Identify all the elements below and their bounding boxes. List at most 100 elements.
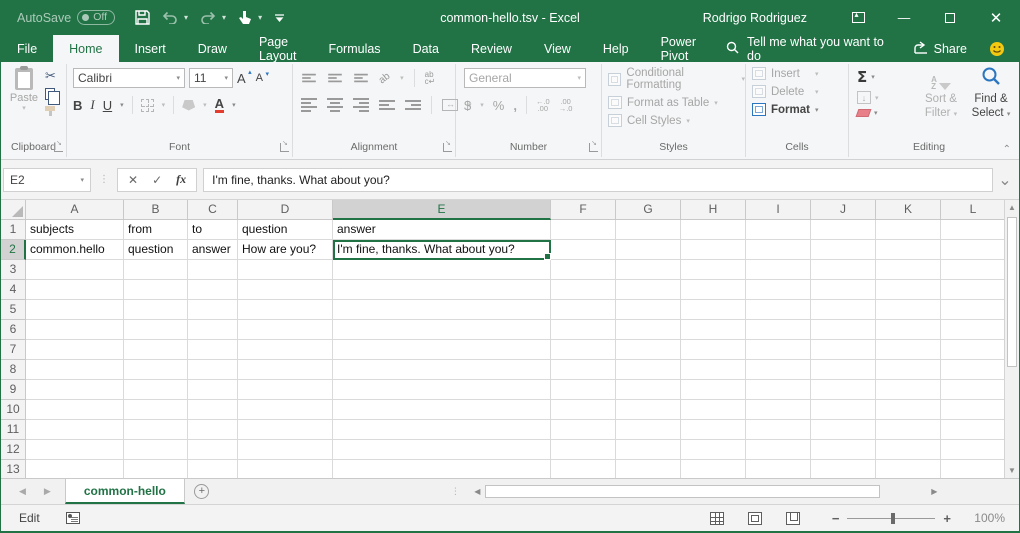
cell-G5[interactable] [616, 300, 681, 320]
cell-A3[interactable] [26, 260, 124, 280]
cell-I9[interactable] [746, 380, 811, 400]
orientation-icon[interactable]: ab [377, 70, 393, 86]
cell-E13[interactable] [333, 460, 551, 478]
cell-J11[interactable] [811, 420, 876, 440]
delete-cells-button[interactable]: Delete▾ [752, 85, 819, 98]
cell-H13[interactable] [681, 460, 746, 478]
cell-H11[interactable] [681, 420, 746, 440]
column-header-J[interactable]: J [811, 200, 876, 220]
cell-L3[interactable] [941, 260, 1006, 280]
ribbon-tab-draw[interactable]: Draw [182, 35, 243, 62]
align-middle-icon[interactable] [328, 74, 342, 83]
cell-L8[interactable] [941, 360, 1006, 380]
vertical-scroll-thumb[interactable] [1007, 217, 1017, 367]
row-header-6[interactable]: 6 [1, 320, 26, 340]
cell-I4[interactable] [746, 280, 811, 300]
cell-I3[interactable] [746, 260, 811, 280]
cell-J10[interactable] [811, 400, 876, 420]
cell-D13[interactable] [238, 460, 333, 478]
cell-H5[interactable] [681, 300, 746, 320]
scroll-up-icon[interactable]: ▲ [1005, 200, 1019, 215]
redo-dropdown-icon[interactable]: ▾ [222, 13, 226, 22]
cell-H3[interactable] [681, 260, 746, 280]
cell-K5[interactable] [876, 300, 941, 320]
cell-A11[interactable] [26, 420, 124, 440]
cell-I6[interactable] [746, 320, 811, 340]
cell-D4[interactable] [238, 280, 333, 300]
cell-C9[interactable] [188, 380, 238, 400]
cell-D2[interactable]: How are you? [238, 240, 333, 260]
align-left-icon[interactable] [301, 98, 317, 112]
cell-G9[interactable] [616, 380, 681, 400]
cell-G7[interactable] [616, 340, 681, 360]
prev-sheet-icon[interactable]: ◀ [19, 486, 26, 497]
cell-I10[interactable] [746, 400, 811, 420]
underline-button[interactable]: U [103, 98, 112, 113]
column-header-E[interactable]: E [333, 200, 551, 220]
cell-L4[interactable] [941, 280, 1006, 300]
cell-A13[interactable] [26, 460, 124, 478]
cell-J5[interactable] [811, 300, 876, 320]
column-header-K[interactable]: K [876, 200, 941, 220]
select-all-corner[interactable] [1, 200, 26, 220]
cell-G2[interactable] [616, 240, 681, 260]
ribbon-tab-formulas[interactable]: Formulas [312, 35, 396, 62]
page-break-view-icon[interactable] [786, 512, 800, 525]
cell-A4[interactable] [26, 280, 124, 300]
currency-format-icon[interactable]: $ [464, 98, 471, 113]
save-icon[interactable] [135, 10, 150, 25]
cell-E3[interactable] [333, 260, 551, 280]
row-header-3[interactable]: 3 [1, 260, 26, 280]
clear-button[interactable]: ▾ [857, 109, 879, 117]
cell-L6[interactable] [941, 320, 1006, 340]
cell-F4[interactable] [551, 280, 616, 300]
cell-styles-button[interactable]: Cell Styles▾ [608, 114, 745, 127]
cell-L12[interactable] [941, 440, 1006, 460]
row-header-9[interactable]: 9 [1, 380, 26, 400]
cell-D7[interactable] [238, 340, 333, 360]
cell-F3[interactable] [551, 260, 616, 280]
cell-C13[interactable] [188, 460, 238, 478]
column-header-A[interactable]: A [26, 200, 124, 220]
comma-format-icon[interactable]: , [513, 98, 517, 113]
cell-J12[interactable] [811, 440, 876, 460]
orientation-dropdown-icon[interactable]: ▾ [400, 74, 404, 82]
align-right-icon[interactable] [353, 98, 369, 112]
cell-B6[interactable] [124, 320, 188, 340]
cell-L11[interactable] [941, 420, 1006, 440]
cell-K10[interactable] [876, 400, 941, 420]
feedback-smiley-icon[interactable] [989, 35, 1005, 62]
cell-C5[interactable] [188, 300, 238, 320]
cell-H12[interactable] [681, 440, 746, 460]
cell-L2[interactable] [941, 240, 1006, 260]
cell-K6[interactable] [876, 320, 941, 340]
cell-D6[interactable] [238, 320, 333, 340]
touch-mode-dropdown-icon[interactable]: ▾ [258, 13, 262, 22]
cell-F5[interactable] [551, 300, 616, 320]
fill-color-icon[interactable] [182, 100, 195, 111]
ribbon-tab-help[interactable]: Help [587, 35, 645, 62]
cell-I2[interactable] [746, 240, 811, 260]
cell-D9[interactable] [238, 380, 333, 400]
cell-K2[interactable] [876, 240, 941, 260]
ribbon-tab-page-layout[interactable]: Page Layout [243, 35, 313, 62]
autosum-button[interactable]: Σ▾ [857, 68, 879, 86]
scroll-right-icon[interactable]: ▶ [927, 487, 942, 496]
cell-B1[interactable]: from [124, 220, 188, 240]
name-box[interactable]: E2▾ [3, 168, 91, 192]
user-name[interactable]: Rodrigo Rodriguez [703, 11, 807, 25]
cell-E10[interactable] [333, 400, 551, 420]
cell-H4[interactable] [681, 280, 746, 300]
cell-A8[interactable] [26, 360, 124, 380]
redo-icon[interactable] [200, 11, 216, 24]
ribbon-tab-data[interactable]: Data [397, 35, 455, 62]
zoom-slider[interactable] [847, 518, 935, 519]
cell-C6[interactable] [188, 320, 238, 340]
row-header-1[interactable]: 1 [1, 220, 26, 240]
cell-K13[interactable] [876, 460, 941, 478]
enter-icon[interactable]: ✓ [152, 173, 162, 187]
font-color-button[interactable]: A [215, 98, 224, 113]
format-as-table-button[interactable]: Format as Table▾ [608, 96, 745, 109]
cell-I11[interactable] [746, 420, 811, 440]
cell-H10[interactable] [681, 400, 746, 420]
